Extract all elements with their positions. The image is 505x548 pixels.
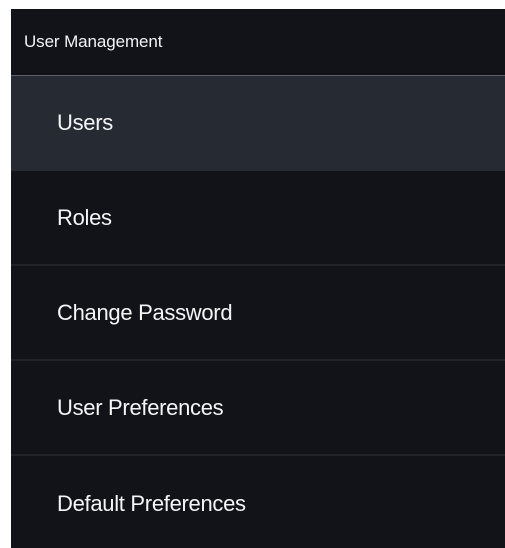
menu-item-roles[interactable]: Roles [11,171,505,266]
menu-item-users[interactable]: Users [11,76,505,171]
panel-title: User Management [24,32,163,51]
menu-item-change-password[interactable]: Change Password [11,266,505,361]
menu-item-user-preferences[interactable]: User Preferences [11,361,505,456]
menu-item-default-preferences[interactable]: Default Preferences [11,456,505,548]
user-management-menu: Users Roles Change Password User Prefere… [11,76,505,548]
user-management-panel: User Management Users Roles Change Passw… [11,9,505,548]
